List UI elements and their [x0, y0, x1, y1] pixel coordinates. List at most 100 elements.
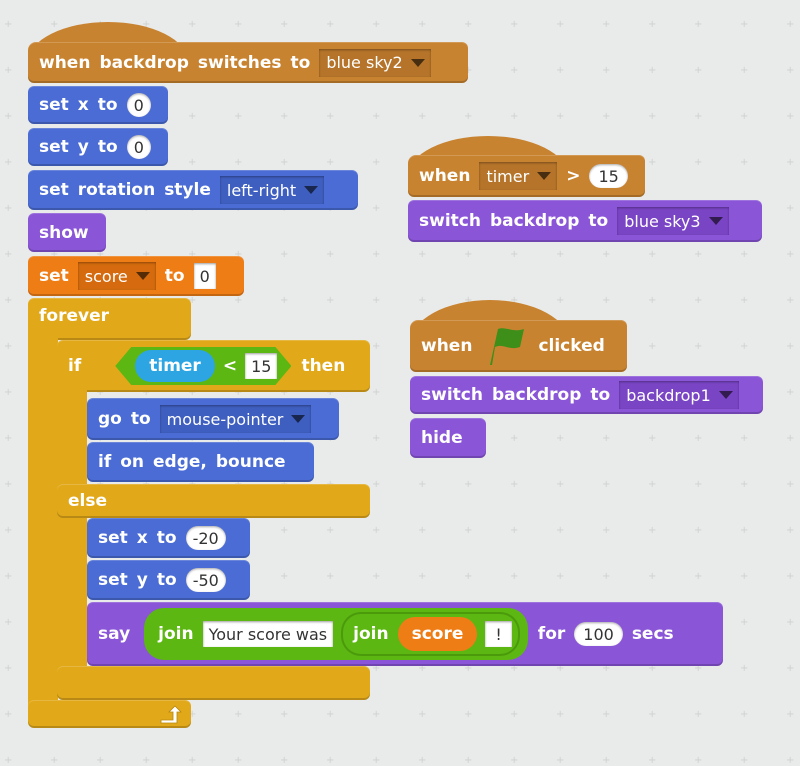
grid-plus-mark: + — [280, 571, 289, 582]
grid-plus-mark: + — [188, 111, 197, 122]
grid-plus-mark: + — [464, 19, 473, 30]
grid-plus-mark: + — [418, 709, 427, 720]
grid-plus-mark: + — [602, 295, 611, 306]
backdrop-dropdown[interactable]: backdrop1 — [619, 381, 739, 409]
dropdown-value: blue sky2 — [326, 53, 403, 72]
grid-plus-mark: + — [4, 709, 13, 720]
grid-plus-mark: + — [556, 571, 565, 582]
grid-plus-mark: + — [556, 295, 565, 306]
say-for-secs-block[interactable]: say join Your score was join score ! for… — [87, 602, 723, 666]
variable-dropdown[interactable]: score — [77, 262, 156, 290]
grid-plus-mark: + — [510, 571, 519, 582]
join-text-input[interactable]: ! — [485, 621, 512, 647]
y-value-input[interactable]: -50 — [185, 568, 226, 592]
label: backdrop — [489, 211, 580, 231]
label: rotation — [77, 180, 156, 200]
grid-plus-mark: + — [326, 295, 335, 306]
set-y-block[interactable]: set y to 0 — [28, 128, 168, 166]
dropdown-value: backdrop1 — [626, 385, 711, 405]
go-to-dropdown[interactable]: mouse-pointer — [159, 405, 312, 433]
grid-plus-mark: + — [464, 525, 473, 536]
operator-symbol: > — [566, 166, 581, 186]
threshold-input[interactable]: 15 — [589, 164, 628, 188]
grid-plus-mark: + — [694, 111, 703, 122]
grid-plus-mark: + — [556, 19, 565, 30]
switch-backdrop-block[interactable]: switch backdrop to backdrop1 — [410, 376, 763, 414]
label: when — [421, 336, 473, 356]
join-inner[interactable]: join score ! — [341, 612, 520, 656]
grid-plus-mark: + — [648, 249, 657, 260]
grid-plus-mark: + — [786, 341, 795, 352]
backdrop-dropdown[interactable]: blue sky3 — [617, 207, 729, 235]
backdrop-dropdown[interactable]: blue sky2 — [319, 48, 431, 77]
y-value-input[interactable]: 0 — [126, 135, 151, 159]
grid-plus-mark: + — [786, 203, 795, 214]
label: for — [537, 624, 566, 644]
grid-plus-mark: + — [786, 249, 795, 260]
grid-plus-mark: + — [786, 709, 795, 720]
rotation-style-dropdown[interactable]: left-right — [219, 176, 325, 204]
switch-backdrop-block[interactable]: switch backdrop to blue sky3 — [408, 200, 762, 242]
grid-plus-mark: + — [418, 525, 427, 536]
grid-plus-mark: + — [556, 525, 565, 536]
score-reporter[interactable]: score — [397, 617, 478, 651]
grid-plus-mark: + — [510, 709, 519, 720]
set-rotation-style-block[interactable]: set rotation style left-right — [28, 170, 358, 210]
label: to — [164, 266, 185, 286]
timer-reporter[interactable]: timer — [135, 350, 215, 382]
join-outer[interactable]: join Your score was join score ! — [144, 608, 528, 660]
go-to-block[interactable]: go to mouse-pointer — [87, 398, 339, 440]
grid-plus-mark: + — [694, 341, 703, 352]
label: forever — [39, 306, 109, 326]
grid-plus-mark: + — [786, 617, 795, 628]
grid-plus-mark: + — [234, 157, 243, 168]
x-value-input[interactable]: 0 — [126, 93, 151, 117]
if-on-edge-bounce-block[interactable]: if on edge, bounce — [87, 442, 314, 482]
grid-plus-mark: + — [602, 111, 611, 122]
grid-plus-mark: + — [280, 111, 289, 122]
grid-plus-mark: + — [740, 65, 749, 76]
secs-value-input[interactable]: 100 — [574, 622, 623, 646]
set-y-block[interactable]: set y to -50 — [87, 560, 250, 600]
grid-plus-mark: + — [372, 709, 381, 720]
grid-plus-mark: + — [326, 525, 335, 536]
label: hide — [421, 428, 463, 448]
when-timer-greater-hat[interactable]: when timer > 15 — [408, 155, 645, 197]
grid-plus-mark: + — [648, 709, 657, 720]
grid-plus-mark: + — [50, 19, 59, 30]
grid-plus-mark: + — [694, 19, 703, 30]
less-than-operator[interactable]: timer < 15 — [115, 347, 291, 385]
show-block[interactable]: show — [28, 213, 106, 252]
variable-value-input[interactable]: 0 — [193, 263, 216, 289]
grid-plus-mark: + — [786, 295, 795, 306]
grid-plus-mark: + — [372, 525, 381, 536]
grid-plus-mark: + — [418, 479, 427, 490]
grid-plus-mark: + — [510, 111, 519, 122]
grid-plus-mark: + — [4, 617, 13, 628]
x-value-input[interactable]: -20 — [185, 526, 226, 550]
grid-plus-mark: + — [4, 19, 13, 30]
compare-value-input[interactable]: 15 — [245, 353, 277, 379]
grid-plus-mark: + — [694, 433, 703, 444]
grid-plus-mark: + — [786, 19, 795, 30]
grid-plus-mark: + — [786, 663, 795, 674]
grid-plus-mark: + — [510, 249, 519, 260]
if-top[interactable]: if timer < 15 then — [57, 340, 370, 392]
grid-plus-mark: + — [740, 157, 749, 168]
when-flag-clicked-hat[interactable]: when clicked — [410, 320, 627, 372]
when-backdrop-switches-hat[interactable]: when backdrop switches to blue sky2 — [28, 42, 468, 83]
grid-plus-mark: + — [648, 571, 657, 582]
set-variable-block[interactable]: set score to 0 — [28, 256, 244, 296]
grid-plus-mark: + — [740, 341, 749, 352]
hide-block[interactable]: hide — [410, 418, 486, 458]
sensor-dropdown[interactable]: timer — [479, 162, 558, 190]
set-x-block[interactable]: set x to -20 — [87, 518, 250, 558]
label: to — [290, 52, 311, 73]
forever-arm — [28, 330, 58, 720]
join-text-input[interactable]: Your score was — [202, 621, 334, 647]
label: x — [136, 528, 148, 548]
grid-plus-mark: + — [280, 295, 289, 306]
grid-plus-mark: + — [740, 111, 749, 122]
set-x-block[interactable]: set x to 0 — [28, 86, 168, 124]
grid-plus-mark: + — [4, 65, 13, 76]
